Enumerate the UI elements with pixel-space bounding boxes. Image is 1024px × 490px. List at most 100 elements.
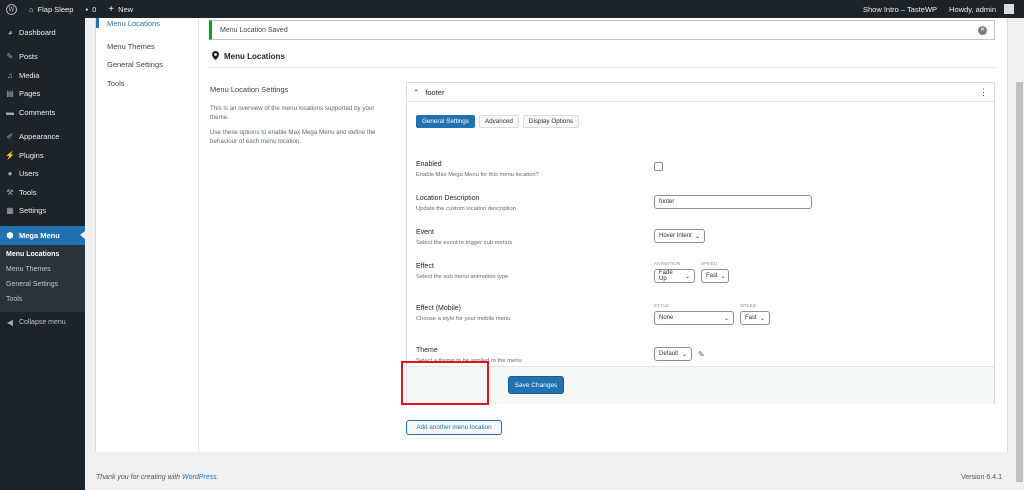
wordpress-logo-icon[interactable]: W [0, 0, 23, 18]
settings-icon: ▦ [6, 206, 14, 216]
menu-dashboard[interactable]: ◕ Dashboard [0, 23, 85, 42]
location-tabs: General Settings Advanced Display Option… [416, 115, 580, 128]
nav-general-settings[interactable]: General Settings [96, 56, 198, 75]
add-menu-location-button[interactable]: Add another menu location [406, 420, 502, 435]
footer-credit: Thank you for creating with WordPress. [96, 474, 219, 481]
speed-caption: SPEED [701, 261, 718, 266]
scrollbar-thumb[interactable] [1016, 82, 1023, 482]
menu-appearance[interactable]: ✐ Appearance [0, 128, 85, 147]
location-footer: Save Changes [407, 366, 994, 404]
menu-media[interactable]: ♫ Media [0, 66, 85, 85]
location-header[interactable]: ⌃ footer ⋮ [407, 83, 994, 102]
howdy-text: Howdy, admin [949, 4, 996, 14]
account-menu[interactable]: Howdy, admin [943, 0, 1020, 18]
location-pin-icon [212, 51, 219, 62]
setting-enabled: Enabled Enable Max Mega Menu for this me… [416, 161, 986, 178]
pages-icon: ▤ [6, 89, 14, 99]
divider [208, 67, 995, 68]
comments-count: 0 [92, 4, 97, 14]
pin-icon: ✎ [6, 52, 14, 62]
animation-select[interactable]: Fade Up ⌄ [654, 269, 695, 283]
mobile-style-select[interactable]: None ⌄ [654, 311, 734, 325]
dismiss-notice-icon[interactable]: ✕ [978, 26, 987, 35]
enabled-checkbox[interactable] [654, 162, 663, 171]
mobile-speed-select[interactable]: Fast ⌄ [740, 311, 770, 325]
chevron-down-icon: ⌄ [681, 351, 687, 358]
speed-select[interactable]: Fast ⌄ [701, 269, 729, 283]
setting-theme: Theme Select a theme to be applied to th… [416, 347, 705, 364]
user-icon: ● [7, 169, 13, 179]
more-options-icon[interactable]: ⋮ [979, 87, 988, 98]
plugin-subnav: Menu Locations Menu Themes General Setti… [96, 18, 199, 452]
comment-icon: ▪ [85, 4, 89, 14]
media-icon: ♫ [7, 70, 13, 80]
description-paragraph: This is an overview of the menu location… [210, 105, 375, 121]
mega-menu-submenu: Menu Locations Menu Themes General Setti… [0, 244, 85, 312]
submenu-menu-themes[interactable]: Menu Themes [0, 263, 85, 278]
setting-location-description: Location Description Update the custom l… [416, 195, 986, 212]
mega-menu-icon: ⬢ [6, 230, 14, 240]
tab-display-options[interactable]: Display Options [522, 115, 580, 128]
speed-caption: SPEED [740, 303, 757, 308]
chevron-down-icon: ⌄ [694, 233, 700, 240]
setting-effect: Effect Select the sub menu animation typ… [416, 261, 986, 283]
success-notice: Menu Location Saved ✕ [209, 20, 995, 40]
description-paragraph: Use these options to enable Max Mega Men… [210, 129, 376, 145]
menu-posts[interactable]: ✎ Posts [0, 48, 85, 67]
menu-pages[interactable]: ▤ Pages [0, 85, 85, 104]
submenu-menu-locations[interactable]: Menu Locations [0, 248, 85, 263]
menu-plugins[interactable]: ⚡ Plugins [0, 146, 85, 165]
nav-menu-locations[interactable]: Menu Locations [96, 18, 198, 28]
annotation-highlight-box [401, 361, 489, 405]
admin-bar: W ⌂ Flap Sleep ▪ 0 + New Show Intro – Ta… [0, 0, 1024, 18]
nav-tools[interactable]: Tools [96, 74, 198, 93]
menu-users[interactable]: ● Users [0, 165, 85, 184]
style-caption: STYLE [654, 303, 670, 308]
save-changes-button[interactable]: Save Changes [508, 376, 564, 394]
nav-menu-themes[interactable]: Menu Themes [96, 37, 198, 56]
menu-tools[interactable]: ⚒ Tools [0, 183, 85, 202]
submenu-tools[interactable]: Tools [0, 293, 85, 308]
new-content-link[interactable]: + New [102, 0, 139, 18]
avatar [1004, 4, 1014, 14]
menu-mega-menu[interactable]: ⬢ Mega Menu [0, 226, 85, 245]
description-title: Menu Location Settings [210, 85, 289, 94]
location-name: footer [425, 87, 445, 97]
tab-general-settings[interactable]: General Settings [416, 115, 475, 128]
edit-pencil-icon[interactable]: ✎ [698, 350, 705, 359]
chevron-down-icon: ⌄ [684, 273, 690, 280]
settings-panel: Menu Locations Menu Themes General Setti… [95, 18, 1008, 452]
menu-settings[interactable]: ▦ Settings [0, 202, 85, 221]
admin-sidebar: ◕ Dashboard ✎ Posts ♫ Media ▤ Pages ▬ Comment… [0, 18, 85, 490]
animation-caption: ANIMATION [654, 261, 681, 266]
menu-comments[interactable]: ▬ Comments [0, 103, 85, 122]
site-name-link[interactable]: ⌂ Flap Sleep [23, 0, 79, 18]
brush-icon: ✐ [6, 132, 14, 142]
comments-link[interactable]: ▪ 0 [79, 0, 102, 18]
page-scrollbar[interactable] [1015, 18, 1024, 490]
event-select[interactable]: Hover Intent ⌄ [654, 229, 705, 243]
home-icon: ⌂ [29, 4, 34, 14]
plus-icon: + [108, 3, 115, 15]
show-intro-link[interactable]: Show Intro – TasteWP [857, 0, 943, 18]
chevron-down-icon: ⌄ [723, 315, 729, 322]
tab-advanced[interactable]: Advanced [478, 115, 519, 128]
chevron-up-icon[interactable]: ⌃ [413, 88, 419, 97]
svg-text:W: W [8, 6, 15, 13]
setting-event: Event Select the event to trigger sub me… [416, 229, 986, 246]
submenu-general-settings[interactable]: General Settings [0, 278, 85, 293]
wrench-icon: ⚒ [6, 187, 14, 197]
chevron-down-icon: ⌄ [759, 315, 765, 322]
menu-location-box: ⌃ footer ⋮ General Settings Advanced Dis… [406, 82, 995, 404]
theme-select[interactable]: Default ⌄ [654, 347, 692, 361]
chevron-down-icon: ⌄ [720, 273, 726, 280]
collapse-menu-button[interactable]: ◀ Collapse menu [0, 314, 85, 333]
new-label: New [118, 4, 134, 14]
page-heading: Menu Locations [212, 51, 285, 62]
location-description-input[interactable]: footer [654, 195, 812, 209]
site-name: Flap Sleep [37, 4, 74, 14]
wordpress-link[interactable]: WordPress. [182, 474, 219, 481]
footer-version: Version 6.4.1 [961, 474, 1002, 481]
collapse-icon: ◀ [6, 318, 14, 328]
notice-text: Menu Location Saved [220, 26, 288, 34]
